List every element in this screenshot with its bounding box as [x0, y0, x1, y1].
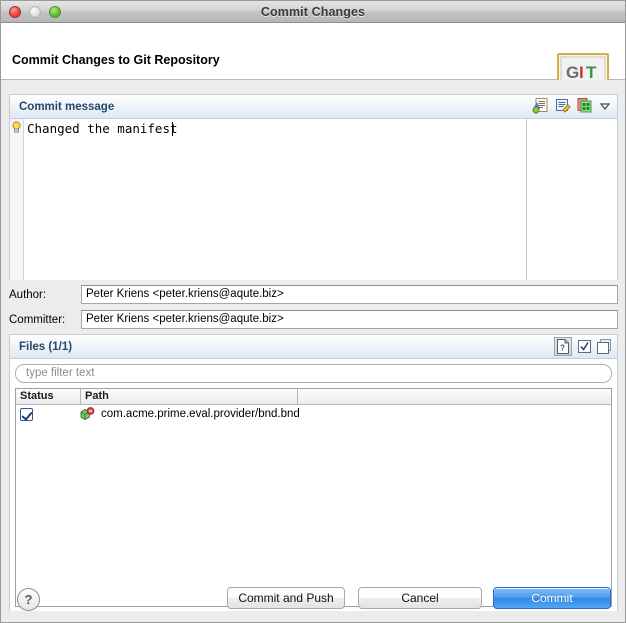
column-header-status[interactable]: Status [16, 390, 54, 402]
dialog-header: Commit Changes to Git Repository G I T [1, 23, 625, 101]
commit-button[interactable]: Commit [493, 587, 611, 609]
window-controls [9, 6, 61, 18]
commit-message-text-area[interactable]: Changed the manifest [24, 119, 617, 280]
amend-previous-commit-icon[interactable] [576, 97, 593, 114]
cancel-button[interactable]: Cancel [358, 587, 482, 609]
files-header: Files (1/1) ? [10, 335, 617, 359]
commit-message-value: Changed the manifest [27, 121, 178, 136]
minimize-button[interactable] [29, 6, 41, 18]
commit-message-header: Commit message [10, 95, 617, 119]
show-untracked-files-button[interactable]: ? [554, 337, 572, 356]
files-body: type filter text Status Path com.acme.pr… [10, 359, 617, 611]
filter-input[interactable]: type filter text [15, 364, 612, 383]
column-divider-2[interactable] [297, 389, 298, 404]
quickfix-bulb-icon[interactable] [11, 121, 22, 133]
commit-message-section: Commit message Changed the manifest [9, 94, 618, 280]
svg-text:?: ? [560, 344, 565, 353]
text-caret [172, 122, 173, 136]
commit-message-title: Commit message [19, 100, 115, 113]
files-toolbar: ? [554, 337, 612, 356]
select-all-icon[interactable] [577, 339, 592, 354]
modified-package-icon [80, 407, 95, 421]
committer-label: Committer: [9, 313, 66, 326]
commit-changes-dialog: Commit Changes Commit Changes to Git Rep… [0, 0, 626, 623]
show-untracked-files-icon: ? [557, 339, 569, 354]
column-header-path[interactable]: Path [81, 390, 109, 402]
add-signed-off-by-icon[interactable] [532, 97, 549, 114]
row-path-text: com.acme.prime.eval.provider/bnd.bnd [101, 408, 300, 420]
row-status-cell [16, 407, 80, 421]
row-path-cell: com.acme.prime.eval.provider/bnd.bnd [80, 407, 300, 421]
files-title: Files (1/1) [19, 340, 73, 353]
files-section: Files (1/1) ? type filter text Status Pa… [9, 334, 618, 611]
files-table-header: Status Path [16, 389, 611, 405]
commit-message-editor[interactable]: Changed the manifest [10, 119, 617, 280]
author-field[interactable]: Peter Kriens <peter.kriens@aqute.biz> [81, 285, 618, 304]
help-button[interactable]: ? [17, 588, 40, 611]
editor-annotation-ruler[interactable] [10, 119, 24, 280]
deselect-all-icon[interactable] [597, 339, 612, 354]
author-row: Author: Peter Kriens <peter.kriens@aqute… [9, 285, 618, 304]
print-margin-guide [526, 119, 527, 280]
page-title: Commit Changes to Git Repository [12, 53, 220, 67]
table-row[interactable]: com.acme.prime.eval.provider/bnd.bnd [16, 405, 611, 423]
dialog-content: Commit message Changed the manifest Auth… [1, 80, 625, 622]
commit-and-push-button[interactable]: Commit and Push [227, 587, 345, 609]
commit-message-toolbar [532, 97, 612, 114]
chevron-down-icon[interactable] [598, 99, 612, 113]
row-checkbox[interactable] [20, 407, 33, 421]
committer-field[interactable]: Peter Kriens <peter.kriens@aqute.biz> [81, 310, 618, 329]
add-change-id-icon[interactable] [554, 97, 571, 114]
zoom-button[interactable] [49, 6, 61, 18]
close-button[interactable] [9, 6, 21, 18]
window-title: Commit Changes [260, 4, 366, 19]
dialog-button-bar: ? Commit and Push Cancel Commit [1, 576, 625, 622]
author-label: Author: [9, 288, 47, 301]
committer-row: Committer: Peter Kriens <peter.kriens@aq… [9, 310, 618, 329]
files-table[interactable]: Status Path com.acme.prime.eval.provider… [15, 388, 612, 607]
window-titlebar: Commit Changes [1, 1, 625, 23]
